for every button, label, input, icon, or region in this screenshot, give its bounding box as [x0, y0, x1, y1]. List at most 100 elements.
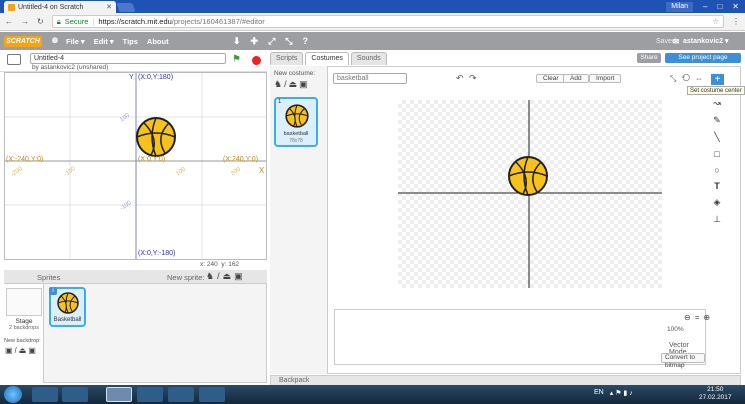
transform-tools[interactable]: ⤡⟲⇔	[670, 74, 708, 84]
stage-tools: ⬇︎ ✚ ⤢ ⤡ ?	[233, 36, 308, 47]
new-backdrop-tools[interactable]: ▣/⏏▣	[5, 346, 38, 355]
rectangle-tool-icon[interactable]: □	[714, 149, 719, 159]
presentation-mode-icon[interactable]	[7, 54, 21, 65]
window-controls: Milan – □ ✕	[666, 0, 745, 13]
duplicate-icon[interactable]: ⬇︎	[233, 36, 241, 47]
mouse-coordinates: x: 240 y: 162	[200, 261, 239, 268]
new-sprite-label: New sprite:	[167, 273, 205, 282]
mouse-y: y: 162	[221, 261, 240, 268]
account-menu[interactable]: astankovic2 ▾	[683, 37, 729, 45]
menu-about[interactable]: About	[147, 37, 169, 46]
line-tool-icon[interactable]: ╲	[714, 132, 719, 143]
taskbar-chrome-icon[interactable]	[106, 387, 132, 402]
browser-menu-icon[interactable]: ⋮	[732, 17, 740, 26]
undo-icon[interactable]: ↶	[456, 73, 464, 84]
top-coord-label: (X:0,Y:180)	[138, 74, 174, 81]
new-costume-tools[interactable]: ♞/⏏▣	[274, 79, 310, 90]
url-field[interactable]: 🔒︎ Secure | https://scratch.mit.edu/proj…	[51, 15, 724, 28]
reload-icon[interactable]: ↻	[37, 17, 44, 26]
sprite-thumbnail-basketball[interactable]: i Basketball	[49, 287, 86, 327]
see-project-page-button[interactable]: See project page	[665, 53, 741, 63]
reshape-tool-icon[interactable]: ↝	[713, 98, 721, 109]
language-indicator[interactable]: EN	[594, 389, 604, 397]
clear-button[interactable]: Clear	[536, 74, 566, 83]
bottom-coord-label: (X:0,Y:-180)	[138, 250, 176, 257]
redo-icon[interactable]: ↷	[469, 73, 477, 84]
globe-icon[interactable]: 🌐︎	[52, 36, 58, 46]
sprites-header: Sprites New sprite: ♞/⏏▣	[4, 270, 267, 284]
convert-to-bitmap-button[interactable]: Convert to bitmap	[661, 353, 705, 369]
stage-label: Stage	[15, 318, 33, 325]
new-sprite-tools[interactable]: ♞/⏏▣	[206, 271, 246, 282]
project-byline: by astankovic2 (unshared)	[32, 64, 109, 71]
close-window-icon[interactable]: ✕	[732, 2, 739, 11]
mouse-x: x: 240	[200, 261, 218, 268]
project-title-input[interactable]: Untitled-4	[30, 53, 226, 64]
paint-tools: ↝ ✎ ╲ □ ○ T ◈ ⊥	[708, 98, 726, 225]
stamp-tool-icon[interactable]: ⊥	[713, 214, 721, 225]
menu-edit[interactable]: Edit ▾	[94, 37, 114, 46]
clock-date: 27.02.2017	[699, 394, 732, 401]
costume-index: 1	[278, 99, 282, 105]
costume-thumbnail[interactable]: 1 basketball 78x78	[274, 97, 318, 147]
forward-icon[interactable]: →	[21, 17, 29, 26]
import-button[interactable]: Import	[589, 74, 622, 83]
tab-costumes[interactable]: Costumes	[305, 52, 349, 65]
tab-sounds[interactable]: Sounds	[350, 52, 387, 65]
zoom-level: 100%	[667, 326, 684, 333]
sprite-basketball-image	[57, 292, 79, 314]
tray-icons[interactable]: ▴ ⚑ ▮ ♪	[610, 389, 633, 397]
browser-user[interactable]: Milan	[666, 1, 693, 12]
sprite-name: Basketball	[53, 317, 82, 323]
shrink-icon[interactable]: ⤡	[285, 36, 292, 47]
color-and-mode-panel: ⊖=⊕ 100% Vector Mode Convert to bitmap	[334, 309, 710, 369]
tab-scripts[interactable]: Scripts	[270, 52, 304, 65]
green-flag-icon[interactable]: ⚑	[232, 54, 241, 65]
help-icon[interactable]: ?	[303, 36, 309, 47]
mail-icon[interactable]: ✉︎	[673, 37, 679, 46]
taskbar-paint-icon[interactable]	[199, 387, 225, 402]
menu-tips[interactable]: Tips	[123, 37, 138, 46]
url-domain: https://scratch.mit.edu	[98, 17, 172, 26]
minimize-icon[interactable]: –	[703, 2, 707, 11]
share-button[interactable]: Share	[637, 53, 661, 63]
costume-size: 78x78	[289, 138, 303, 144]
add-button[interactable]: Add	[563, 74, 589, 83]
secure-label: Secure	[64, 17, 89, 26]
tooltip: Set costume center	[687, 86, 745, 95]
grow-icon[interactable]: ⤢	[268, 36, 275, 47]
delete-icon[interactable]: ✚	[251, 36, 259, 47]
pencil-tool-icon[interactable]: ✎	[713, 115, 721, 126]
set-costume-center-icon[interactable]: +	[711, 74, 724, 85]
left-coord-label: (X:-240,Y:0)	[6, 156, 44, 163]
text-tool-icon[interactable]: T	[714, 181, 720, 191]
stop-icon[interactable]	[252, 56, 261, 65]
bookmark-star-icon[interactable]: ☆	[712, 17, 719, 26]
url-path: /projects/160461387/#editor	[171, 17, 265, 26]
costume-name-input[interactable]: basketball	[333, 73, 407, 84]
clock[interactable]: 21:50 27.02.2017	[699, 386, 732, 402]
sprites-title: Sprites	[37, 273, 61, 282]
new-backdrop-label: New backdrop:	[4, 338, 41, 344]
taskbar-word-icon[interactable]	[168, 387, 194, 402]
browser-tab[interactable]: Untitled-4 on Scratch ✕	[4, 1, 116, 13]
scratch-logo[interactable]: SCRATCH	[4, 35, 42, 47]
taskbar-explorer-icon[interactable]	[62, 387, 88, 402]
fill-tool-icon[interactable]: ◈	[714, 197, 721, 208]
tab-close-icon[interactable]: ✕	[106, 3, 112, 11]
new-tab-button[interactable]	[116, 3, 136, 12]
ellipse-tool-icon[interactable]: ○	[714, 165, 719, 175]
costume-basketball-image	[285, 104, 309, 128]
menu-file[interactable]: File ▾	[66, 37, 85, 46]
taskbar-app-icon[interactable]	[137, 387, 163, 402]
zoom-controls[interactable]: ⊖=⊕	[684, 313, 714, 322]
paint-canvas[interactable]	[398, 100, 662, 288]
stage[interactable]: Y (X:0,Y:180) (X:0,Y:-180) (X:-240,Y:0) …	[4, 72, 267, 260]
center-coord-label: (X:0,Y:0)	[138, 156, 166, 163]
stage-thumbnail[interactable]	[6, 288, 42, 316]
maximize-icon[interactable]: □	[717, 2, 722, 11]
taskbar-ie-icon[interactable]	[32, 387, 58, 402]
start-button-icon[interactable]	[4, 386, 22, 403]
back-icon[interactable]: ←	[5, 17, 13, 26]
scratch-menubar: SCRATCH 🌐︎ File ▾ Edit ▾ Tips About ⬇︎ ✚ ⤢…	[0, 32, 745, 50]
